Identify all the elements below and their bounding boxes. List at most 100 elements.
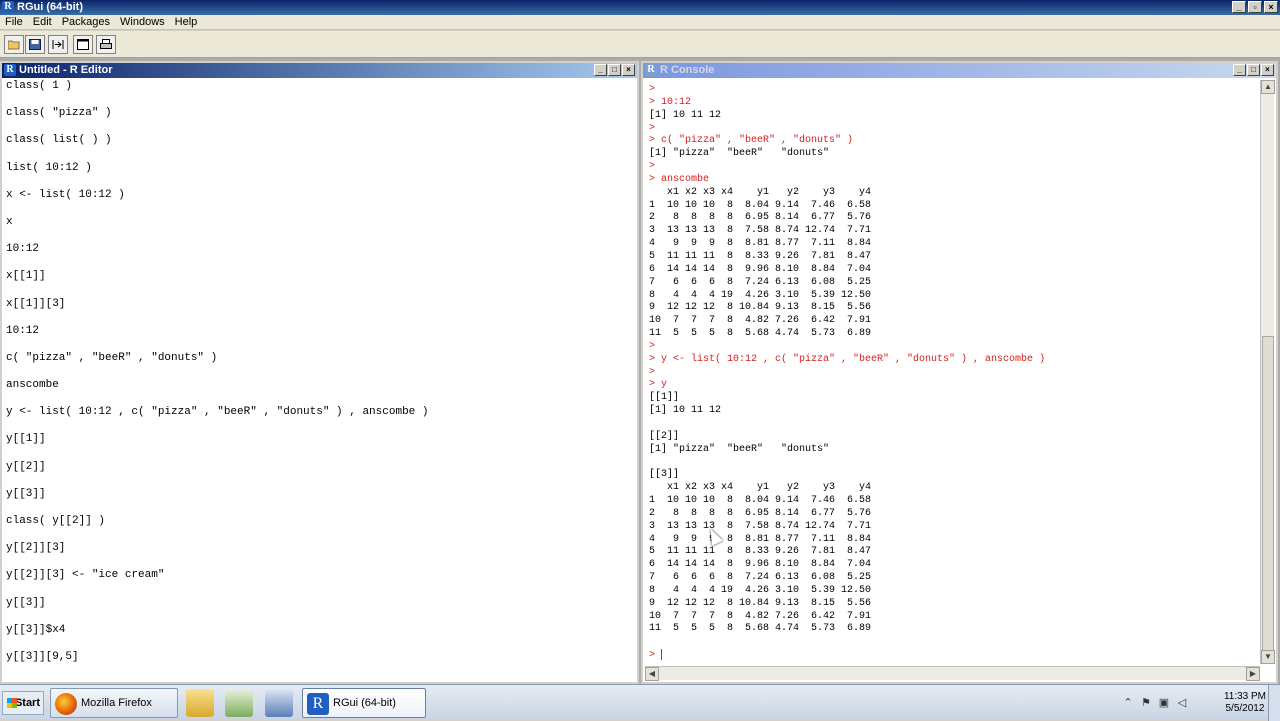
console-output-line: 3 13 13 13 8 7.58 8.74 12.74 7.71 (649, 225, 1260, 238)
editor-code-line[interactable]: list( 10:12 ) (4, 162, 635, 189)
console-output-line: 9 12 12 12 8 10.84 9.13 8.15 5.56 (649, 598, 1260, 611)
console-output-line: [[1]] (649, 392, 1260, 405)
editor-code-line[interactable]: 10:12 (4, 243, 635, 270)
editor-code-line[interactable]: y[[2]] (4, 461, 635, 488)
editor-code-line[interactable]: class( "pizza" ) (4, 107, 635, 134)
task-firefox[interactable]: Mozilla Firefox (50, 688, 178, 718)
editor-close-button[interactable]: × (622, 64, 635, 76)
console-output-line: [1] 10 11 12 (649, 405, 1260, 418)
editor-code-line[interactable]: x <- list( 10:12 ) (4, 189, 635, 216)
editor-code-line[interactable]: y <- list( 10:12 , c( "pizza" , "beeR" ,… (4, 406, 635, 433)
console-output[interactable]: > > 10:12 [1] 10 11 12 > > c( "pizza" , "bee… (645, 80, 1260, 664)
console-input-line: > (649, 161, 1260, 174)
console-input-line: > c( "pizza" , "beeR" , "donuts" ) (649, 135, 1260, 148)
scroll-left-arrow-icon[interactable]: ◀ (645, 667, 659, 681)
console-line-text: 2 8 8 8 8 6.95 8.14 6.77 5.76 (649, 212, 872, 224)
console-line-text: 9 12 12 12 8 10.84 9.13 8.15 5.56 (649, 597, 872, 609)
action-center-flag-icon[interactable]: ⚑ (1139, 696, 1153, 710)
console-output-line: 5 11 11 11 8 8.33 9.26 7.81 8.47 (649, 546, 1260, 559)
editor-code-line[interactable]: x[[1]] (4, 270, 635, 297)
open-script-icon (8, 40, 20, 50)
scroll-up-arrow-icon[interactable]: ▲ (1261, 80, 1275, 94)
console-line-text: 1 10 10 10 8 8.04 9.14 7.46 6.58 (649, 199, 872, 211)
close-button[interactable]: × (1264, 1, 1278, 13)
save-button[interactable] (25, 35, 45, 54)
console-output-line: 6 14 14 14 8 9.96 8.10 8.84 7.04 (649, 559, 1260, 572)
console-vertical-scrollbar[interactable]: ▲ ▼ (1260, 80, 1275, 664)
menu-file[interactable]: File (0, 15, 28, 29)
text-cursor (661, 649, 663, 661)
menu-packages[interactable]: Packages (57, 15, 115, 29)
console-output-line: 4 9 9 9 8 8.81 8.77 7.11 8.84 (649, 238, 1260, 251)
start-button[interactable]: Start (2, 691, 44, 715)
console-line-text: > y <- list( 10:12 , c( "pizza" , "beeR"… (649, 353, 1046, 365)
console-minimize-button[interactable]: _ (1233, 64, 1246, 76)
console-close-button[interactable]: × (1261, 64, 1274, 76)
scroll-right-arrow-icon[interactable]: ▶ (1246, 667, 1260, 681)
console-output-line: 9 12 12 12 8 10.84 9.13 8.15 5.56 (649, 302, 1260, 315)
clear-console-icon (77, 39, 89, 50)
menu-help[interactable]: Help (170, 15, 203, 29)
r-logo-icon: R (4, 64, 16, 76)
console-line-text: [1] 10 11 12 (649, 405, 722, 417)
spreadsheet-icon[interactable] (225, 689, 253, 717)
console-input-line: > (649, 123, 1260, 136)
console-output-line: 6 14 14 14 8 9.96 8.10 8.84 7.04 (649, 264, 1260, 277)
r-editor-window: R Untitled - R Editor _ □ × class( 1 ) cl… (0, 61, 639, 684)
minimize-button[interactable]: _ (1232, 1, 1246, 13)
task-label: Mozilla Firefox (81, 697, 152, 709)
editor-text-area[interactable]: class( 1 ) class( "pizza" ) class( list( )… (4, 80, 635, 680)
clear-console-button[interactable] (73, 35, 93, 54)
file-explorer-icon[interactable] (186, 689, 214, 717)
task-rgui[interactable]: R RGui (64-bit) (302, 688, 426, 718)
console-line-text: 9 12 12 12 8 10.84 9.13 8.15 5.56 (649, 302, 872, 314)
console-output-line: 5 11 11 11 8 8.33 9.26 7.81 8.47 (649, 251, 1260, 264)
editor-code-line[interactable]: class( y[[2]] ) (4, 515, 635, 542)
editor-code-line[interactable]: 10:12 (4, 325, 635, 352)
editor-code-line[interactable]: y[[1]] (4, 433, 635, 460)
editor-minimize-button[interactable]: _ (594, 64, 607, 76)
desktop-app-icon[interactable] (265, 689, 293, 717)
editor-code-line[interactable]: x[[1]][3] (4, 298, 635, 325)
editor-code-line[interactable]: class( 1 ) (4, 80, 635, 107)
console-line-text: > (649, 366, 656, 378)
show-desktop-button[interactable] (1268, 685, 1280, 721)
open-script-button[interactable] (4, 35, 24, 54)
console-horizontal-scrollbar[interactable]: ◀ ▶ (645, 666, 1260, 681)
editor-code-line[interactable]: c( "pizza" , "beeR" , "donuts" ) (4, 352, 635, 379)
run-line-button[interactable] (48, 35, 68, 54)
console-line-text: 6 14 14 14 8 9.96 8.10 8.84 7.04 (649, 263, 872, 275)
console-line-text: [1] 10 11 12 (649, 109, 722, 121)
menu-edit[interactable]: Edit (28, 15, 57, 29)
volume-icon[interactable]: ◁ (1175, 696, 1189, 710)
restore-button[interactable]: ▫ (1248, 1, 1262, 13)
editor-title-bar[interactable]: R Untitled - R Editor _ □ × (2, 63, 637, 78)
clock-time: 11:33 PM (1223, 691, 1266, 702)
menu-windows[interactable]: Windows (115, 15, 170, 29)
editor-code-line[interactable]: x (4, 216, 635, 243)
editor-code-line[interactable]: anscombe (4, 379, 635, 406)
editor-code-line[interactable]: class( list( ) ) (4, 134, 635, 161)
console-prompt[interactable]: > (649, 649, 1260, 662)
console-line-text: > anscombe (649, 173, 710, 185)
console-line-text: [[1]] (649, 392, 680, 404)
console-maximize-button[interactable]: □ (1247, 64, 1260, 76)
network-icon[interactable]: ▣ (1157, 696, 1171, 710)
scroll-thumb[interactable] (1262, 336, 1274, 652)
editor-code-line[interactable]: y[[2]][3] <- "ice cream" (4, 569, 635, 596)
editor-maximize-button[interactable]: □ (608, 64, 621, 76)
editor-code-line[interactable]: y[[3]][9,5] (4, 651, 635, 678)
console-output-line: [[2]] (649, 431, 1260, 444)
scroll-down-arrow-icon[interactable]: ▼ (1261, 650, 1275, 664)
console-title-bar[interactable]: R R Console _ □ × (643, 63, 1276, 78)
editor-code-line[interactable]: y[[2]][3] (4, 542, 635, 569)
show-hidden-icons-icon[interactable]: ⌃ (1121, 696, 1135, 710)
clock[interactable]: 11:33 PM 5/5/2012 (1224, 691, 1266, 715)
print-button[interactable] (96, 35, 116, 54)
app-title-bar[interactable]: R RGui (64-bit) _ ▫ × (0, 0, 1280, 15)
console-line-text: 4 9 9 9 8 8.81 8.77 7.11 8.84 (649, 238, 872, 250)
editor-code-line[interactable]: y[[3]]$x4 (4, 624, 635, 651)
editor-code-line[interactable]: y[[3]] (4, 488, 635, 515)
console-line-text: 8 4 4 4 19 4.26 3.10 5.39 12.50 (649, 289, 872, 301)
editor-code-line[interactable]: y[[3]] (4, 597, 635, 624)
